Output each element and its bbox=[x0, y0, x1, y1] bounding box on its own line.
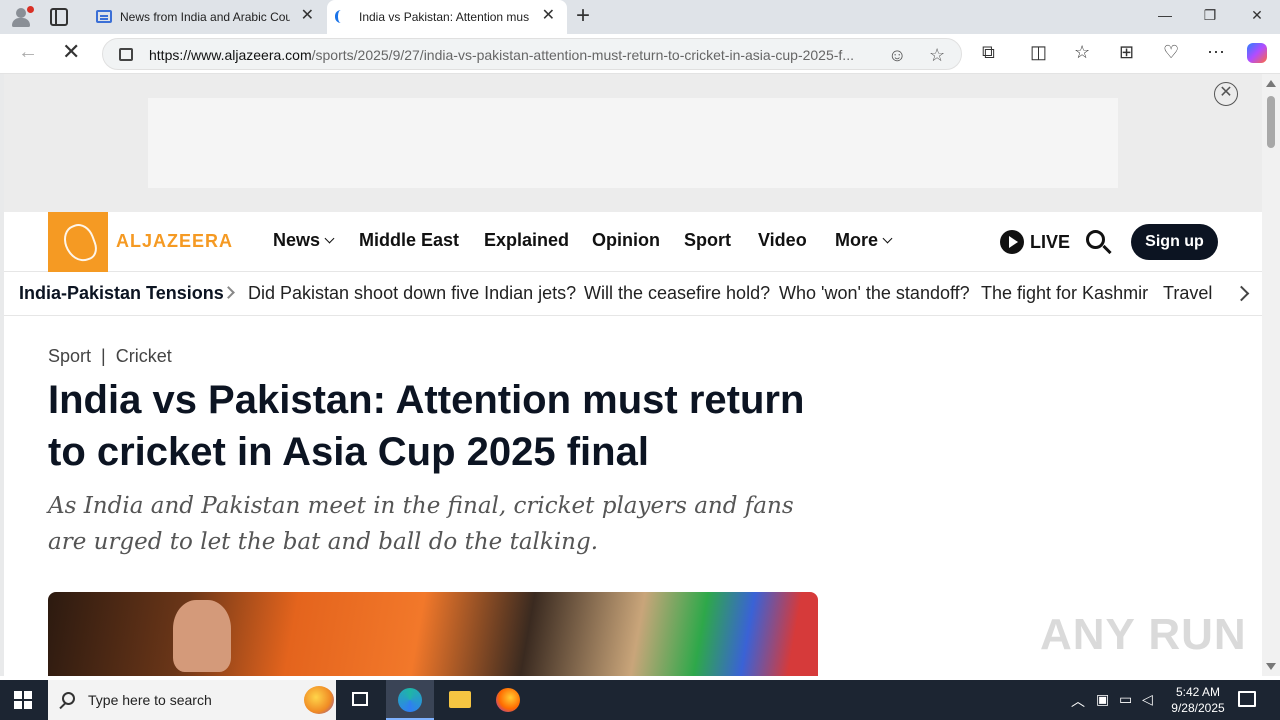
ad-banner-area: ✕ bbox=[4, 74, 1262, 212]
trending-link[interactable]: Who 'won' the standoff? bbox=[779, 283, 970, 304]
tab-close-icon[interactable]: ✕ bbox=[301, 8, 314, 24]
chevron-right-icon bbox=[222, 286, 235, 299]
taskbar-search-box[interactable]: Type here to search bbox=[48, 680, 336, 720]
windows-taskbar: Type here to search ︿ ▣ ▭ ◁ 5:42 AM 9/28… bbox=[0, 680, 1280, 720]
tab-title: India vs Pakistan: Attention must r bbox=[359, 10, 529, 24]
raised-fist-figure bbox=[173, 600, 231, 672]
url-text[interactable]: https://www.aljazeera.com/sports/2025/9/… bbox=[149, 47, 884, 63]
task-view-button[interactable] bbox=[336, 680, 384, 720]
anyrun-watermark: ANY RUN bbox=[1040, 610, 1247, 659]
window-close-button[interactable]: ✕ bbox=[1247, 7, 1267, 24]
trending-bar: India-Pakistan Tensions Did Pakistan sho… bbox=[4, 272, 1262, 316]
trending-next-arrow-icon[interactable] bbox=[1226, 272, 1262, 315]
vertical-scrollbar[interactable] bbox=[1262, 74, 1280, 676]
split-screen-icon[interactable]: ◫ bbox=[1030, 42, 1047, 62]
copilot-icon[interactable] bbox=[1247, 43, 1267, 63]
collections-icon[interactable]: ⊞ bbox=[1119, 42, 1134, 62]
article-standfirst: As India and Pakistan meet in the final,… bbox=[48, 493, 794, 555]
back-arrow-icon[interactable]: ← bbox=[18, 42, 38, 62]
article-hero-image bbox=[48, 592, 818, 676]
scroll-up-icon[interactable] bbox=[1266, 80, 1276, 87]
breadcrumb-cricket[interactable]: Cricket bbox=[116, 346, 172, 366]
tab-close-icon[interactable]: ✕ bbox=[542, 8, 555, 24]
breadcrumb: Sport | Cricket bbox=[48, 346, 172, 367]
new-tab-button[interactable]: + bbox=[576, 4, 590, 28]
loading-favicon-icon bbox=[335, 10, 345, 23]
nav-explained[interactable]: Explained bbox=[484, 230, 569, 251]
page-viewport: ✕ ALJAZEERA News Middle East Explained O… bbox=[0, 74, 1262, 676]
chevron-down-icon bbox=[882, 233, 893, 244]
clock-date: 9/28/2025 bbox=[1171, 701, 1225, 715]
favorites-icon[interactable]: ☆ bbox=[1074, 42, 1090, 62]
network-icon[interactable]: ▭ bbox=[1119, 691, 1132, 708]
show-hidden-icons-chevron-icon[interactable]: ︿ bbox=[1071, 691, 1085, 711]
site-header: ALJAZEERA News Middle East Explained Opi… bbox=[4, 212, 1262, 272]
breadcrumb-separator: | bbox=[101, 346, 106, 366]
file-explorer-taskbar-button[interactable] bbox=[436, 680, 484, 720]
address-bar[interactable]: https://www.aljazeera.com/sports/2025/9/… bbox=[102, 38, 962, 70]
site-logo-text[interactable]: ALJAZEERA bbox=[116, 231, 233, 252]
scroll-thumb[interactable] bbox=[1267, 96, 1275, 148]
site-info-lock-icon[interactable] bbox=[119, 48, 133, 61]
edge-icon bbox=[398, 688, 422, 712]
url-path: /sports/2025/9/27/india-vs-pakistan-atte… bbox=[311, 47, 854, 63]
edge-taskbar-button[interactable] bbox=[386, 680, 434, 720]
search-icon[interactable] bbox=[1086, 230, 1112, 256]
profile-icon[interactable] bbox=[8, 5, 34, 29]
minimize-button[interactable]: — bbox=[1155, 7, 1175, 23]
notification-center-icon[interactable] bbox=[1238, 691, 1256, 707]
taskbar-search-placeholder: Type here to search bbox=[88, 692, 212, 708]
restore-button[interactable]: ❐ bbox=[1200, 7, 1220, 24]
read-aloud-icon[interactable]: ☺ bbox=[888, 45, 906, 66]
tab-actions-icon[interactable] bbox=[50, 8, 68, 26]
trending-link[interactable]: Will the ceasefire hold? bbox=[584, 283, 770, 304]
more-icon[interactable]: ⋯ bbox=[1207, 42, 1225, 62]
device-icon[interactable]: ▣ bbox=[1096, 691, 1109, 708]
nav-sport[interactable]: Sport bbox=[684, 230, 731, 251]
news-favicon-icon bbox=[96, 10, 112, 23]
tab-title: News from India and Arabic Cour bbox=[120, 10, 290, 24]
trending-link[interactable]: Travel bbox=[1163, 283, 1212, 304]
scroll-down-icon[interactable] bbox=[1266, 663, 1276, 670]
folder-icon bbox=[449, 691, 471, 708]
firefox-icon bbox=[496, 688, 520, 712]
chevron-down-icon bbox=[324, 233, 335, 244]
nav-more-label: More bbox=[835, 230, 879, 250]
system-clock[interactable]: 5:42 AM 9/28/2025 bbox=[1160, 684, 1236, 716]
nav-more[interactable]: More bbox=[835, 230, 893, 251]
nav-middle-east[interactable]: Middle East bbox=[359, 230, 459, 251]
trending-link[interactable]: The fight for Kashmir bbox=[981, 283, 1148, 304]
ad-close-icon[interactable]: ✕ bbox=[1214, 82, 1238, 106]
nav-news-label: News bbox=[273, 230, 321, 250]
windows-start-icon[interactable] bbox=[14, 691, 32, 709]
live-button[interactable]: LIVE bbox=[1000, 230, 1070, 254]
play-icon bbox=[1000, 230, 1024, 254]
ad-placeholder bbox=[148, 98, 1118, 188]
trending-link[interactable]: Did Pakistan shoot down five Indian jets… bbox=[248, 283, 576, 304]
favorite-star-icon[interactable]: ☆ bbox=[929, 45, 945, 66]
nav-video[interactable]: Video bbox=[758, 230, 807, 251]
clock-time: 5:42 AM bbox=[1175, 685, 1221, 699]
url-domain: https://www.aljazeera.com bbox=[149, 47, 312, 63]
breadcrumb-sport[interactable]: Sport bbox=[48, 346, 91, 366]
browser-toolbar: ← ✕ https://www.aljazeera.com/sports/202… bbox=[0, 34, 1280, 74]
task-view-icon bbox=[352, 692, 368, 706]
nav-news[interactable]: News bbox=[273, 230, 335, 251]
live-label: LIVE bbox=[1030, 232, 1071, 252]
sign-up-button[interactable]: Sign up bbox=[1131, 224, 1218, 260]
extensions-icon[interactable]: ⧉ bbox=[982, 42, 995, 62]
firefox-taskbar-button[interactable] bbox=[484, 680, 532, 720]
aljazeera-logo-icon[interactable] bbox=[48, 212, 108, 272]
article-headline: India vs Pakistan: Attention must return… bbox=[48, 378, 805, 474]
browser-tab-active[interactable]: India vs Pakistan: Attention must r ✕ bbox=[327, 0, 567, 34]
volume-icon[interactable]: ◁ bbox=[1142, 691, 1153, 708]
stop-loading-icon[interactable]: ✕ bbox=[62, 41, 80, 63]
browser-tab-strip: News from India and Arabic Cour ✕ India … bbox=[0, 0, 1280, 34]
browser-essentials-icon[interactable]: ♡ bbox=[1163, 42, 1179, 62]
search-icon bbox=[62, 692, 75, 705]
trending-heading[interactable]: India-Pakistan Tensions bbox=[19, 283, 224, 304]
browser-tab[interactable]: News from India and Arabic Cour ✕ bbox=[88, 0, 326, 34]
nav-opinion[interactable]: Opinion bbox=[592, 230, 660, 251]
search-highlight-icon bbox=[304, 686, 334, 714]
